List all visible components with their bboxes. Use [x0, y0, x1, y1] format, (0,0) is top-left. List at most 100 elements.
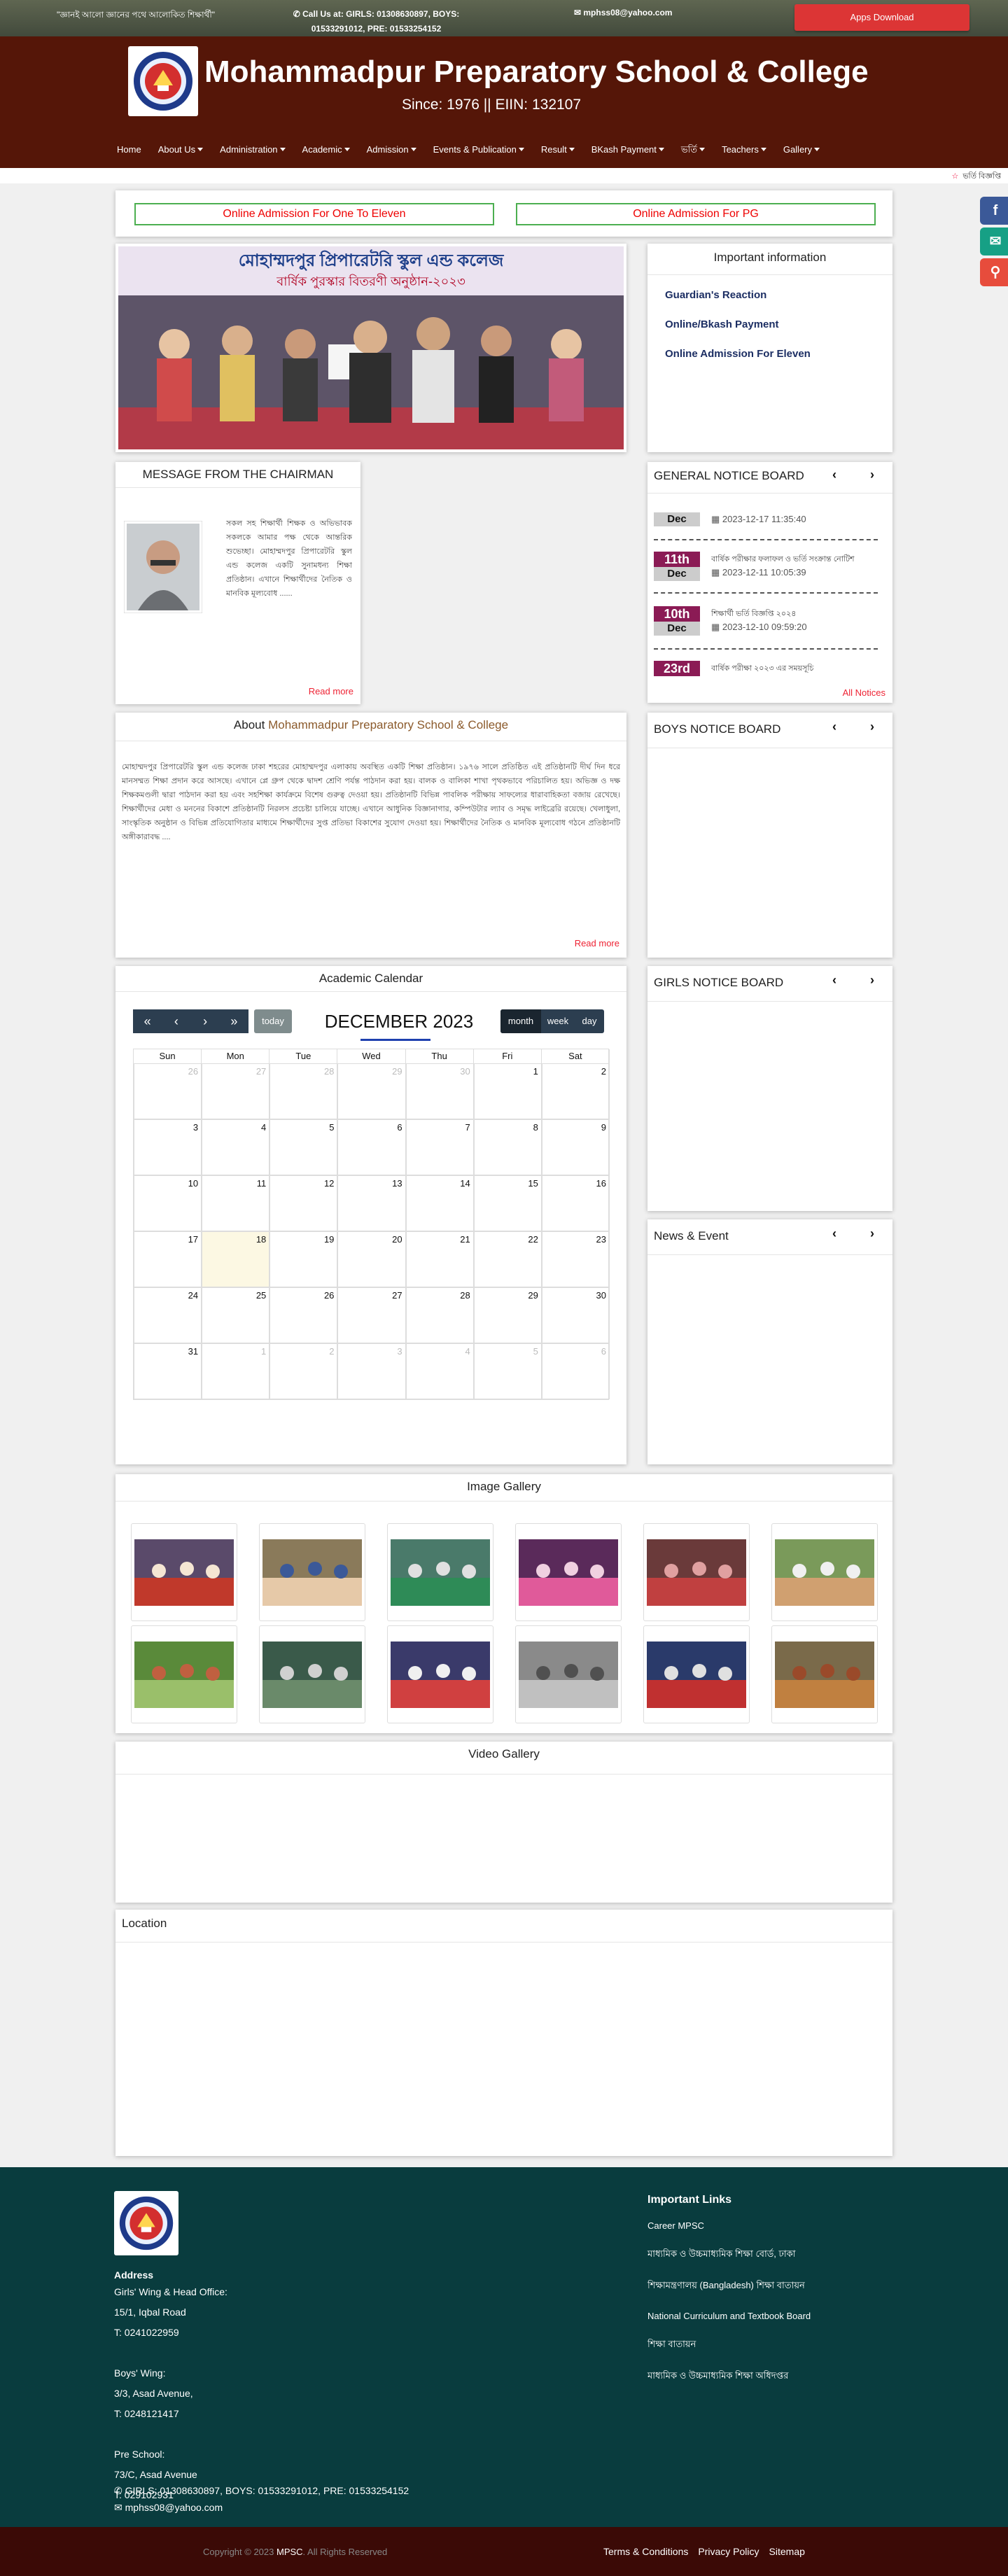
footer-important-link[interactable]: মাধ্যমিক ও উচ্চমাধ্যমিক শিক্ষা বোর্ড, ঢা… — [648, 2248, 811, 2262]
next-year-icon[interactable]: » — [219, 1009, 248, 1033]
chairman-read-more-link[interactable]: Read more — [309, 686, 354, 696]
view-month-button[interactable]: month — [500, 1009, 541, 1033]
gallery-thumbnail[interactable] — [387, 1523, 493, 1621]
gallery-thumbnail[interactable] — [259, 1523, 365, 1621]
gallery-thumbnail[interactable] — [771, 1523, 878, 1621]
calendar-day-cell[interactable]: 31 — [134, 1343, 202, 1399]
calendar-day-cell[interactable]: 26 — [270, 1287, 338, 1343]
sitemap-link[interactable]: Sitemap — [769, 2546, 805, 2557]
next-arrow-icon[interactable]: › — [870, 720, 874, 734]
gallery-thumbnail[interactable] — [131, 1625, 237, 1723]
calendar-day-cell[interactable]: 22 — [473, 1231, 542, 1287]
nav-item-1[interactable]: About Us — [150, 141, 211, 158]
calendar-day-cell[interactable]: 5 — [473, 1343, 542, 1399]
footer-important-link[interactable]: মাধ্যমিক ও উচ্চমাধ্যমিক শিক্ষা অধিদপ্তর — [648, 2370, 811, 2384]
footer-important-link[interactable]: National Curriculum and Textbook Board — [648, 2311, 811, 2321]
prev-arrow-icon[interactable]: ‹ — [832, 1226, 836, 1241]
footer-important-link[interactable]: Career MPSC — [648, 2220, 811, 2231]
prev-arrow-icon[interactable]: ‹ — [832, 468, 836, 482]
all-notices-link[interactable]: All Notices — [843, 687, 886, 698]
view-week-button[interactable]: week — [541, 1009, 575, 1033]
next-arrow-icon[interactable]: › — [870, 1226, 874, 1241]
calendar-day-cell[interactable]: 26 — [134, 1063, 202, 1119]
today-button[interactable]: today — [254, 1009, 292, 1033]
calendar-day-cell[interactable]: 30 — [405, 1063, 474, 1119]
admission-pg-button[interactable]: Online Admission For PG — [516, 203, 876, 225]
calendar-day-cell[interactable]: 27 — [202, 1063, 270, 1119]
calendar-day-cell[interactable]: 15 — [473, 1175, 542, 1231]
calendar-day-cell[interactable]: 19 — [270, 1231, 338, 1287]
calendar-day-cell[interactable]: 18 — [202, 1231, 270, 1287]
footer-logo[interactable] — [114, 2191, 178, 2255]
online-admission-eleven-link[interactable]: Online Admission For Eleven — [665, 348, 811, 360]
gallery-thumbnail[interactable] — [515, 1625, 622, 1723]
calendar-day-cell[interactable]: 8 — [473, 1119, 542, 1175]
nav-item-10[interactable]: Gallery — [775, 141, 828, 158]
footer-email[interactable]: ✉ mphss08@yahoo.com — [114, 2502, 223, 2514]
next-arrow-icon[interactable]: › — [870, 973, 874, 988]
about-read-more-link[interactable]: Read more — [575, 938, 620, 948]
footer-important-link[interactable]: শিক্ষা বাতায়ন — [648, 2338, 811, 2353]
calendar-day-cell[interactable]: 6 — [337, 1119, 406, 1175]
calendar-day-cell[interactable]: 28 — [405, 1287, 474, 1343]
location-button[interactable]: ⚲ — [980, 258, 1008, 286]
calendar-day-cell[interactable]: 14 — [405, 1175, 474, 1231]
prev-arrow-icon[interactable]: ‹ — [832, 720, 836, 734]
gallery-thumbnail[interactable] — [259, 1625, 365, 1723]
calendar-day-cell[interactable]: 29 — [473, 1287, 542, 1343]
calendar-day-cell[interactable]: 2 — [270, 1343, 338, 1399]
nav-item-4[interactable]: Admission — [358, 141, 425, 158]
nav-item-5[interactable]: Events & Publication — [425, 141, 533, 158]
guardians-reaction-link[interactable]: Guardian's Reaction — [665, 289, 766, 301]
calendar-day-cell[interactable]: 27 — [337, 1287, 406, 1343]
facebook-button[interactable]: f — [980, 197, 1008, 225]
calendar-day-cell[interactable]: 4 — [405, 1343, 474, 1399]
gallery-thumbnail[interactable] — [771, 1625, 878, 1723]
prev-month-icon[interactable]: ‹ — [162, 1009, 191, 1033]
nav-item-2[interactable]: Administration — [211, 141, 293, 158]
calendar-day-cell[interactable]: 2 — [541, 1063, 610, 1119]
nav-item-8[interactable]: ভর্তি — [673, 141, 713, 158]
online-bkash-payment-link[interactable]: Online/Bkash Payment — [665, 318, 779, 330]
calendar-day-cell[interactable]: 9 — [541, 1119, 610, 1175]
calendar-day-cell[interactable]: 5 — [270, 1119, 338, 1175]
calendar-day-cell[interactable]: 17 — [134, 1231, 202, 1287]
calendar-day-cell[interactable]: 6 — [541, 1343, 610, 1399]
email-button[interactable]: ✉ — [980, 227, 1008, 255]
calendar-day-cell[interactable]: 21 — [405, 1231, 474, 1287]
calendar-day-cell[interactable]: 28 — [270, 1063, 338, 1119]
calendar-day-cell[interactable]: 3 — [337, 1343, 406, 1399]
nav-item-7[interactable]: BKash Payment — [583, 141, 673, 158]
gallery-thumbnail[interactable] — [387, 1625, 493, 1723]
calendar-day-cell[interactable]: 11 — [202, 1175, 270, 1231]
contact-email[interactable]: ✉ mphss08@yahoo.com — [574, 8, 672, 18]
calendar-day-cell[interactable]: 4 — [202, 1119, 270, 1175]
calendar-day-cell[interactable]: 12 — [270, 1175, 338, 1231]
calendar-day-cell[interactable]: 20 — [337, 1231, 406, 1287]
calendar-day-cell[interactable]: 1 — [202, 1343, 270, 1399]
calendar-day-cell[interactable]: 29 — [337, 1063, 406, 1119]
calendar-day-cell[interactable]: 3 — [134, 1119, 202, 1175]
terms-link[interactable]: Terms & Conditions — [603, 2546, 688, 2557]
next-arrow-icon[interactable]: › — [870, 468, 874, 482]
view-day-button[interactable]: day — [575, 1009, 604, 1033]
nav-item-0[interactable]: Home — [108, 141, 150, 158]
next-month-icon[interactable]: › — [190, 1009, 220, 1033]
gallery-thumbnail[interactable] — [643, 1625, 750, 1723]
admission-one-to-eleven-button[interactable]: Online Admission For One To Eleven — [134, 203, 494, 225]
banner-image[interactable]: মোহাম্মদপুর প্রিপারেটরি স্কুল এন্ড কলেজ … — [118, 246, 624, 449]
gallery-thumbnail[interactable] — [515, 1523, 622, 1621]
marquee-item[interactable]: ☆ ভর্তি বিজ্ঞপ্তি — [951, 170, 1001, 183]
school-logo[interactable] — [128, 46, 198, 116]
privacy-policy-link[interactable]: Privacy Policy — [698, 2546, 759, 2557]
prev-arrow-icon[interactable]: ‹ — [832, 973, 836, 988]
apps-download-button[interactable]: Apps Download — [794, 4, 969, 31]
calendar-day-cell[interactable]: 13 — [337, 1175, 406, 1231]
calendar-day-cell[interactable]: 23 — [541, 1231, 610, 1287]
gallery-thumbnail[interactable] — [643, 1523, 750, 1621]
calendar-day-cell[interactable]: 24 — [134, 1287, 202, 1343]
footer-important-link[interactable]: শিক্ষামন্ত্রণালয় (Bangladesh) শিক্ষা বা… — [648, 2279, 811, 2294]
prev-year-icon[interactable]: « — [133, 1009, 162, 1033]
calendar-day-cell[interactable]: 25 — [202, 1287, 270, 1343]
calendar-day-cell[interactable]: 10 — [134, 1175, 202, 1231]
